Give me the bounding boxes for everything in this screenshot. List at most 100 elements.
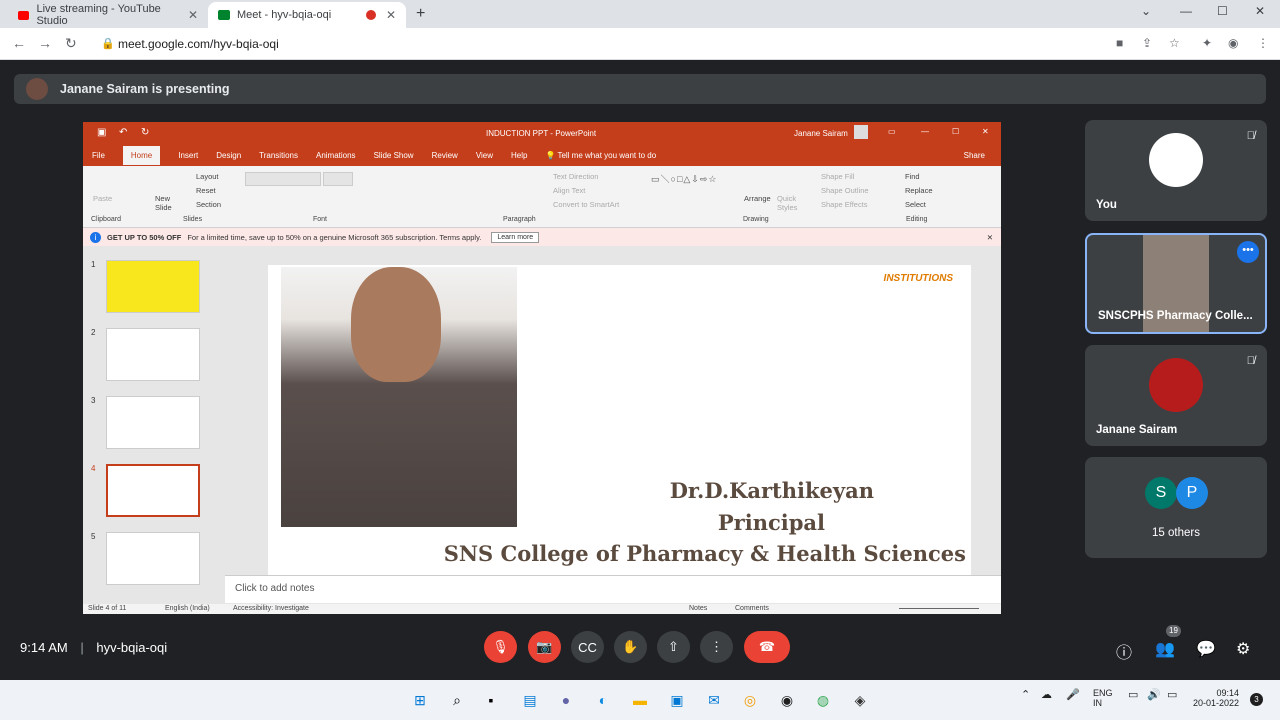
paste-button[interactable]: Paste (93, 194, 112, 203)
learn-more-button[interactable]: Learn more (491, 231, 540, 243)
shape-fill-button[interactable]: Shape Fill (821, 172, 854, 181)
font-size-box[interactable] (323, 172, 353, 186)
raise-hand-button[interactable]: ✋ (614, 631, 647, 663)
tray-chevron-icon[interactable]: ⌃ (1021, 688, 1030, 701)
search-icon[interactable]: ⌕ (446, 689, 468, 711)
section-button[interactable]: Section (196, 200, 221, 209)
slide-thumbnail[interactable] (106, 396, 200, 449)
start-icon[interactable]: ⊞ (409, 689, 431, 711)
comments-button[interactable]: Comments (735, 605, 769, 612)
captions-button[interactable]: CC (571, 631, 604, 663)
slide-canvas[interactable]: INSTITUTIONS Dr.D.Karthikeyan Principal … (268, 265, 971, 575)
tab-home[interactable]: Home (122, 145, 161, 165)
mic-tray-icon[interactable]: 🎤 (1066, 688, 1080, 701)
tab-search-icon[interactable]: ⌄ (1141, 4, 1151, 18)
new-tab-icon[interactable]: + (416, 5, 425, 23)
select-button[interactable]: Select (905, 200, 926, 209)
tab-view[interactable]: View (476, 151, 493, 160)
tab-help[interactable]: Help (511, 151, 527, 160)
notes-pane[interactable]: Click to add notes (225, 575, 1001, 603)
convert-smartart-button[interactable]: Convert to SmartArt (553, 200, 619, 209)
app-icon-2[interactable]: ◈ (849, 689, 871, 711)
profile-icon[interactable]: ◉ (1228, 36, 1238, 50)
address-bar[interactable]: meet.google.com/hyv-bqia-oqi (118, 37, 279, 51)
tell-me-search[interactable]: Tell me what you want to do (557, 151, 656, 160)
pp-minimize-icon[interactable]: — (921, 127, 929, 136)
tab-slide-show[interactable]: Slide Show (374, 151, 414, 160)
find-button[interactable]: Find (905, 172, 920, 181)
maximize-icon[interactable]: ☐ (1217, 4, 1228, 18)
onedrive-icon[interactable]: ☁ (1041, 688, 1052, 701)
task-view-icon[interactable]: ▪ (480, 689, 502, 711)
arrange-button[interactable]: Arrange (744, 194, 771, 203)
widgets-icon[interactable]: ▤ (519, 689, 541, 711)
teams-icon[interactable]: ● (555, 689, 577, 711)
present-screen-button[interactable]: ⇧ (657, 631, 690, 663)
layout-button[interactable]: Layout (196, 172, 219, 181)
leave-call-button[interactable]: ☎ (744, 631, 790, 663)
pp-maximize-icon[interactable]: ☐ (952, 127, 959, 136)
pp-close-icon[interactable]: ✕ (982, 127, 989, 136)
participant-tile-you[interactable]: 🎙̸ You (1085, 120, 1267, 221)
notification-badge[interactable]: 3 (1250, 693, 1263, 706)
tab-meet[interactable]: Meet - hyv-bqia-oqi ✕ (208, 2, 406, 28)
bookmark-star-icon[interactable]: ☆ (1169, 36, 1180, 50)
tab-design[interactable]: Design (216, 151, 241, 160)
close-promo-icon[interactable]: ✕ (987, 233, 993, 242)
reload-icon[interactable]: ↻ (65, 35, 77, 52)
mail-icon[interactable]: ✉ (703, 689, 725, 711)
minimize-icon[interactable]: — (1180, 4, 1192, 18)
more-options-icon[interactable]: ••• (1237, 241, 1259, 263)
taskbar-clock[interactable]: 09:14 20-01-2022 (1193, 688, 1239, 708)
obs-icon[interactable]: ◉ (776, 689, 798, 711)
more-options-button[interactable]: ⋮ (700, 631, 733, 663)
extensions-icon[interactable]: ✦ (1202, 36, 1212, 50)
meeting-details-icon[interactable]: ⓘ (1116, 639, 1132, 663)
shape-outline-button[interactable]: Shape Outline (821, 186, 869, 195)
slide-thumbnail-selected[interactable] (106, 464, 200, 517)
slide-thumbnail[interactable] (106, 260, 200, 313)
forward-icon[interactable]: → (38, 35, 52, 51)
language-indicator[interactable]: ENG IN (1093, 688, 1113, 708)
volume-icon[interactable]: 🔊 (1147, 688, 1161, 701)
shape-effects-button[interactable]: Shape Effects (821, 200, 868, 209)
redo-icon[interactable]: ↻ (141, 127, 149, 138)
chat-icon[interactable]: 💬 (1196, 639, 1216, 659)
mic-off-button[interactable]: 🎙 (484, 631, 517, 663)
battery-icon[interactable]: ▭ (1167, 688, 1177, 701)
shapes-gallery[interactable]: ▭＼○□△⇩⇨☆ (651, 172, 717, 185)
activities-icon[interactable]: ⚙ (1236, 639, 1250, 659)
undo-icon[interactable]: ↶ (119, 127, 127, 138)
tab-transitions[interactable]: Transitions (259, 151, 298, 160)
network-icon[interactable]: ▭ (1128, 688, 1138, 701)
edge-icon[interactable]: ◐ (592, 689, 614, 711)
account-avatar[interactable] (854, 125, 868, 139)
notes-button[interactable]: Notes (689, 605, 707, 612)
tab-review[interactable]: Review (432, 151, 458, 160)
tab-file[interactable]: File (92, 151, 105, 160)
file-explorer-icon[interactable]: ▬ (629, 689, 651, 711)
app-icon[interactable]: ◎ (739, 689, 761, 711)
participant-tile-snscphs[interactable]: ••• SNSCPHS Pharmacy Colle... (1085, 233, 1267, 334)
share-icon[interactable]: ⇪ (1142, 36, 1152, 50)
new-slide-button[interactable]: New Slide (155, 194, 185, 212)
store-icon[interactable]: ▣ (666, 689, 688, 711)
camera-off-button[interactable]: 📷 (528, 631, 561, 663)
zoom-slider[interactable] (899, 608, 979, 609)
tab-youtube-studio[interactable]: Live streaming - YouTube Studio ✕ (8, 2, 208, 28)
text-direction-button[interactable]: Text Direction (553, 172, 598, 181)
accessibility-status[interactable]: Accessibility: Investigate (233, 605, 309, 612)
tab-insert[interactable]: Insert (178, 151, 198, 160)
save-icon[interactable]: ▣ (97, 127, 106, 138)
participant-tile-others[interactable]: S P 15 others (1085, 457, 1267, 558)
camera-icon[interactable]: ■ (1116, 36, 1123, 50)
chrome-icon[interactable]: ◍ (812, 689, 834, 711)
language-status[interactable]: English (India) (165, 605, 210, 612)
align-text-button[interactable]: Align Text (553, 186, 585, 195)
font-family-box[interactable] (245, 172, 321, 186)
tab-animations[interactable]: Animations (316, 151, 356, 160)
people-icon[interactable]: 👥 (1155, 639, 1175, 659)
slide-thumbnail[interactable] (106, 328, 200, 381)
ribbon-display-icon[interactable]: ▭ (888, 127, 896, 136)
account-name[interactable]: Janane Sairam (794, 129, 848, 138)
